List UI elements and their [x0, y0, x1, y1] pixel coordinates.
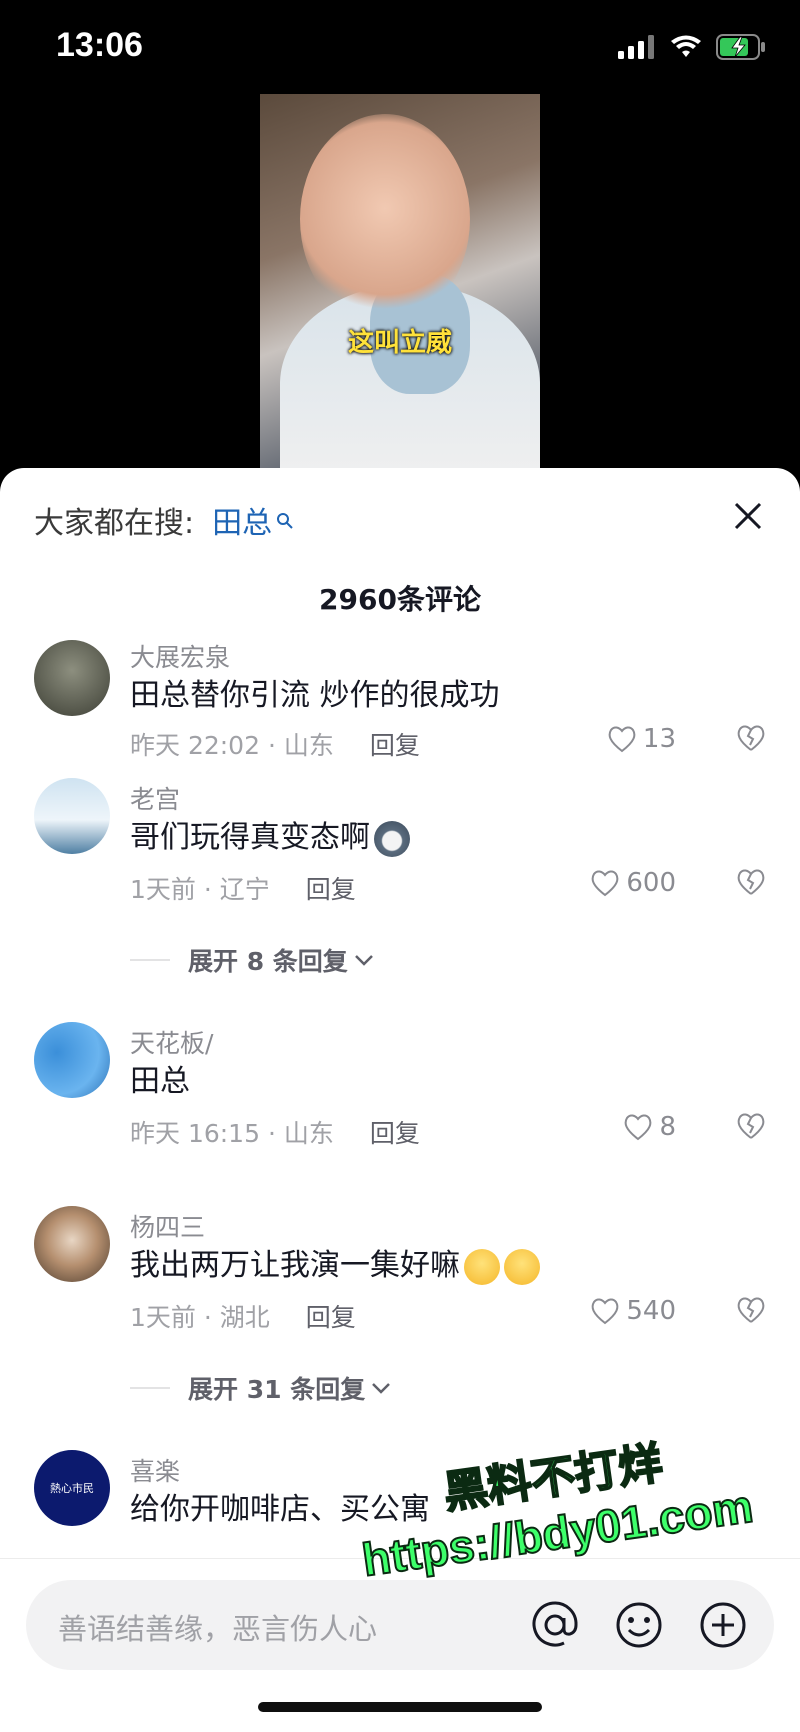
comment-input-placeholder: 善语结善缘，恶言伤人心 [58, 1612, 378, 1646]
pleading-emoji-icon [464, 1248, 500, 1285]
home-indicator [258, 1702, 542, 1712]
comment-text: 田总 [130, 1064, 190, 1099]
husky-emoji-icon [374, 820, 410, 857]
expand-replies-button[interactable]: 展开 31 条回复 [130, 1370, 393, 1406]
pleading-emoji-icon [504, 1248, 540, 1285]
comment-time-location: 昨天 22:02 · 山东 [130, 731, 334, 760]
expand-replies-label: 展开 31 条回复 [188, 1375, 366, 1404]
heart-icon [625, 1114, 652, 1141]
reply-button[interactable]: 回复 [306, 1298, 356, 1334]
add-icon[interactable] [696, 1598, 750, 1652]
expand-replies-label: 展开 8 条回复 [188, 947, 348, 976]
close-button[interactable] [726, 494, 770, 538]
like-count: 13 [642, 724, 676, 754]
dislike-button[interactable] [736, 868, 766, 900]
avatar-text: 熱心市民 [50, 1482, 94, 1495]
broken-heart-icon [737, 1297, 765, 1323]
like-button[interactable]: 13 [607, 724, 676, 754]
input-actions [528, 1598, 750, 1652]
comment-username[interactable]: 喜楽 [130, 1452, 180, 1488]
avatar[interactable]: 熱心市民 [34, 1450, 110, 1526]
signal-icon [618, 35, 654, 59]
reply-button[interactable]: 回复 [370, 1114, 420, 1150]
like-count: 600 [626, 868, 676, 898]
heart-icon [608, 726, 636, 753]
video-preview[interactable]: 这叫立威 [260, 94, 540, 470]
status-icons [618, 34, 766, 60]
reply-button[interactable]: 回复 [370, 726, 420, 762]
search-icon [276, 503, 294, 538]
comment-time-location: 1天前 · 湖北 [130, 1303, 270, 1332]
video-caption: 这叫立威 [347, 328, 452, 358]
reply-button[interactable]: 回复 [306, 870, 356, 906]
trending-search[interactable]: 大家都在搜: 田总 [34, 498, 294, 542]
avatar[interactable] [34, 778, 110, 854]
dislike-button[interactable] [736, 1296, 766, 1328]
close-icon [734, 502, 762, 530]
status-bar: 13:06 [0, 0, 800, 96]
trending-search-label: 大家都在搜: [34, 506, 195, 541]
comment-input[interactable]: 善语结善缘，恶言伤人心 [26, 1580, 774, 1670]
comment-meta: 昨天 16:15 · 山东 回复 [130, 1114, 420, 1150]
heart-icon [591, 1298, 619, 1325]
comment-text: 田总替你引流 炒作的很成功 [130, 678, 500, 713]
comment-time-location: 昨天 16:15 · 山东 [130, 1119, 334, 1148]
avatar[interactable] [34, 640, 110, 716]
battery-charging-icon [716, 34, 765, 60]
mention-icon[interactable] [528, 1598, 582, 1652]
comment-text: 我出两万让我演一集好嘛 [130, 1240, 540, 1285]
chevron-down-icon [372, 1383, 391, 1394]
comment-text: 哥们玩得真变态啊 [130, 812, 410, 857]
wifi-icon [671, 35, 701, 57]
comment-username[interactable]: 老宫 [130, 780, 180, 816]
avatar[interactable] [34, 1206, 110, 1282]
heart-icon [591, 870, 619, 897]
comment-list[interactable]: 大展宏泉 田总替你引流 炒作的很成功 昨天 22:02 · 山东 回复 13 老… [0, 638, 800, 1558]
expand-replies-button[interactable]: 展开 8 条回复 [130, 942, 376, 978]
broken-heart-icon [737, 1113, 765, 1139]
like-button[interactable]: 600 [590, 868, 676, 898]
like-button[interactable]: 8 [623, 1112, 676, 1142]
dislike-button[interactable] [736, 1112, 766, 1144]
emoji-icon[interactable] [612, 1598, 666, 1652]
dislike-button[interactable] [736, 724, 766, 756]
status-time: 13:06 [56, 26, 143, 64]
comment-meta: 1天前 · 湖北 回复 [130, 1298, 356, 1334]
comment-meta: 昨天 22:02 · 山东 回复 [130, 726, 420, 762]
broken-heart-icon [737, 725, 765, 751]
broken-heart-icon [737, 869, 765, 895]
chevron-down-icon [354, 955, 373, 966]
avatar[interactable] [34, 1022, 110, 1098]
comment-count: 2960条评论 [319, 583, 481, 616]
comment-username[interactable]: 杨四三 [130, 1208, 205, 1244]
like-count: 540 [626, 1296, 676, 1326]
comment-meta: 1天前 · 辽宁 回复 [130, 870, 356, 906]
comment-time-location: 1天前 · 辽宁 [130, 875, 270, 904]
comment-username[interactable]: 天花板/ [130, 1024, 213, 1060]
like-count: 8 [659, 1112, 676, 1142]
comment-username[interactable]: 大展宏泉 [130, 638, 230, 674]
like-button[interactable]: 540 [590, 1296, 676, 1326]
trending-search-term[interactable]: 田总 [212, 498, 272, 542]
